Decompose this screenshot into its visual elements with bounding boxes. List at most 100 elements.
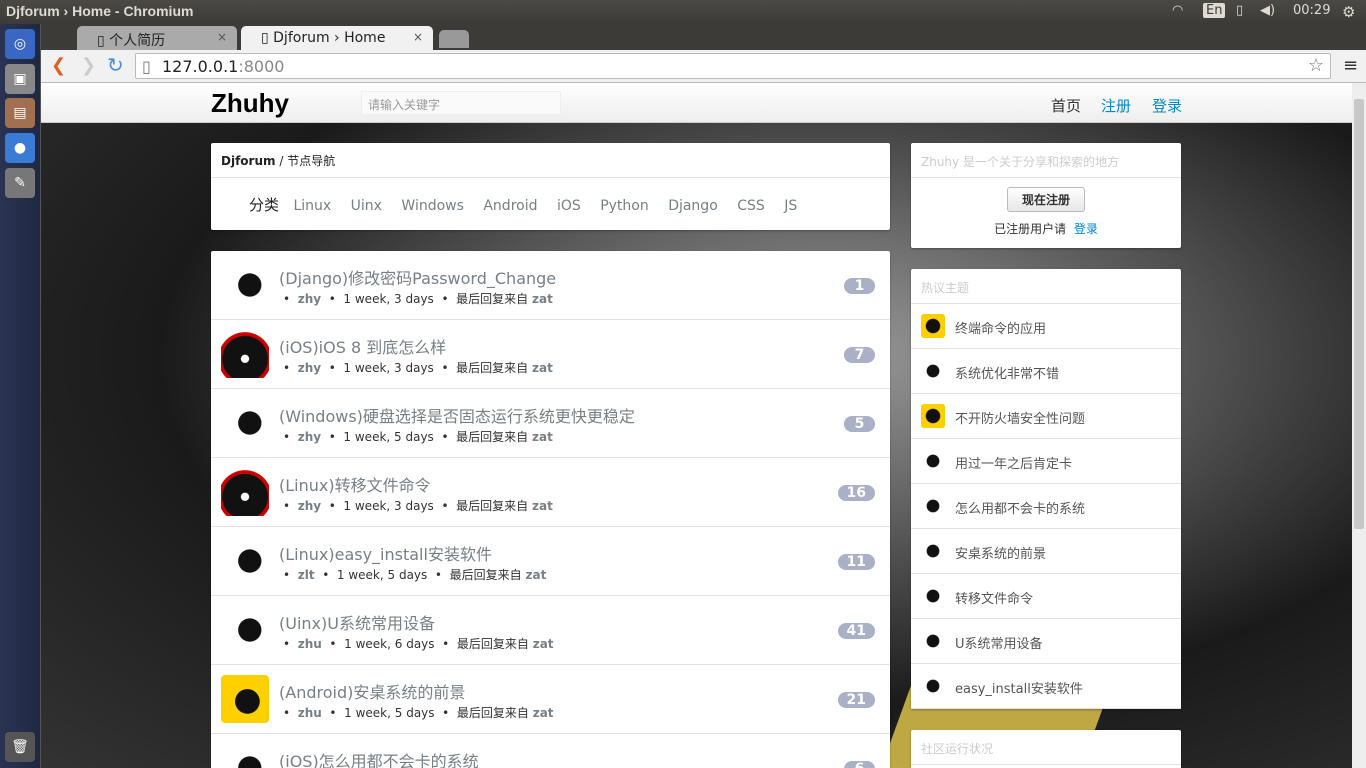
topic-title[interactable]: (Linux)easy_install安装软件 [279,541,492,565]
forward-button[interactable]: ❯ [81,55,96,76]
site-logo[interactable]: Zhuhy [211,88,289,119]
hot-topic-item[interactable]: 转移文件命令 [911,574,1181,619]
topic-row[interactable]: (Uinx)U系统常用设备 • zhu • 1 week, 6 days • 最后… [211,596,890,665]
category-python[interactable]: Python [600,198,649,214]
topic-title[interactable]: (Windows)硬盘选择是否固态运行系统更快更稳定 [279,403,635,427]
wifi-icon[interactable]: ◠ [1172,3,1183,18]
reply-count-badge[interactable]: 41 [837,623,875,639]
hot-topic-title[interactable]: 怎么用都不会卡的系统 [955,498,1085,517]
reply-count-badge[interactable]: 7 [844,347,875,363]
topic-author[interactable]: zhu [298,637,322,651]
topic-author[interactable]: zhy [298,430,321,444]
tab-resume[interactable]: ▯ 个人简历 × [77,26,237,50]
topic-row[interactable]: (Android)安桌系统的前景 • zhu • 1 week, 5 days •… [211,665,890,734]
avatar[interactable] [221,261,269,309]
last-reply-user[interactable]: zat [532,499,553,513]
avatar[interactable] [921,359,945,383]
topic-row[interactable]: (Windows)硬盘选择是否固态运行系统更快更稳定 • zhy • 1 week… [211,389,890,458]
avatar[interactable] [921,629,945,653]
hot-topic-item[interactable]: 怎么用都不会卡的系统 [911,484,1181,529]
login-link[interactable]: 登录 [1074,222,1098,236]
hot-topic-title[interactable]: 系统优化非常不错 [955,363,1059,382]
register-now-button[interactable]: 现在注册 [1006,187,1085,212]
last-reply-user[interactable]: zat [532,292,553,306]
avatar[interactable] [921,539,945,563]
hot-topic-item[interactable]: 终端命令的应用 [911,304,1181,349]
close-tab-icon[interactable]: × [413,30,423,44]
avatar[interactable] [921,584,945,608]
topic-author[interactable]: zlt [298,568,315,582]
last-reply-user[interactable]: zat [533,706,554,720]
category-ios[interactable]: iOS [557,198,581,214]
topic-title[interactable]: (Linux)转移文件命令 [279,472,431,496]
hot-topic-title[interactable]: 安桌系统的前景 [955,543,1046,562]
avatar[interactable] [221,675,269,723]
breadcrumb-root[interactable]: Djforum [221,154,276,168]
terminal-icon[interactable]: ▣ [5,64,35,94]
keyboard-indicator[interactable]: En [1203,3,1226,18]
hot-topic-title[interactable]: 用过一年之后肯定卡 [955,453,1072,472]
avatar[interactable] [221,537,269,585]
category-android[interactable]: Android [483,198,537,214]
hot-topic-item[interactable]: 不开防火墙安全性问题 [911,394,1181,439]
hot-topic-item[interactable]: 安桌系统的前景 [911,529,1181,574]
back-button[interactable]: ❮ [51,55,66,76]
nav-register[interactable]: 注册 [1101,95,1131,116]
files-icon[interactable]: ▤ [5,98,35,128]
text-editor-icon[interactable]: ✎ [5,168,35,198]
last-reply-user[interactable]: zat [532,430,553,444]
reply-count-badge[interactable]: 16 [837,485,875,501]
category-css[interactable]: CSS [737,198,765,214]
topic-author[interactable]: zhu [298,706,322,720]
hot-topic-title[interactable]: U系统常用设备 [955,633,1043,652]
reload-button[interactable]: ↻ [107,53,124,77]
trash-icon[interactable]: 🗑 [5,732,35,762]
topic-author[interactable]: zhy [298,361,321,375]
menu-icon[interactable]: ≡ [1343,55,1358,76]
topic-row[interactable]: (Linux)easy_install安装软件 • zlt • 1 week, 5… [211,527,890,596]
avatar[interactable] [921,314,945,338]
hot-topic-title[interactable]: 终端命令的应用 [955,318,1046,337]
hot-topic-title[interactable]: easy_install安装软件 [955,678,1083,697]
reply-count-badge[interactable]: 11 [837,554,875,570]
category-js[interactable]: JS [784,198,797,214]
avatar[interactable] [221,399,269,447]
nav-home[interactable]: 首页 [1051,95,1081,116]
power-gear-icon[interactable]: ⚙ [1342,3,1355,21]
last-reply-user[interactable]: zat [532,361,553,375]
category-django[interactable]: Django [668,198,718,214]
last-reply-user[interactable]: zat [533,637,554,651]
topic-row[interactable]: (iOS)iOS 8 到底怎么样 • zhy • 1 week, 3 days •… [211,320,890,389]
tab-djforum[interactable]: ▯ Djforum › Home × [241,26,433,50]
avatar[interactable] [921,494,945,518]
topic-title[interactable]: (Django)修改密码Password_Change [279,265,556,289]
topic-author[interactable]: zhy [298,499,321,513]
topic-row[interactable]: (Linux)转移文件命令 • zhy • 1 week, 3 days • 最后… [211,458,890,527]
avatar[interactable] [221,330,269,378]
avatar[interactable] [921,449,945,473]
topic-title[interactable]: (Android)安桌系统的前景 [279,679,465,703]
scrollbar[interactable] [1352,83,1366,768]
reply-count-badge[interactable]: 21 [837,692,875,708]
topic-row[interactable]: (Django)修改密码Password_Change • zhy • 1 wee… [211,251,890,320]
new-tab-button[interactable] [439,30,469,48]
mouse-icon[interactable]: ▯ [1236,3,1243,18]
hot-topic-title[interactable]: 转移文件命令 [955,588,1033,607]
topic-row[interactable]: (iOS)怎么用都不会卡的系统 6 [211,734,890,768]
reply-count-badge[interactable]: 6 [844,761,875,768]
scrollbar-thumb[interactable] [1354,99,1364,529]
reply-count-badge[interactable]: 1 [844,278,875,294]
hot-topic-item[interactable]: 用过一年之后肯定卡 [911,439,1181,484]
clock[interactable]: 00:29 [1293,3,1330,18]
close-tab-icon[interactable]: × [217,30,227,44]
address-bar[interactable]: ▯ 127.0.0.1:8000 ☆ [135,53,1331,79]
topic-title[interactable]: (iOS)iOS 8 到底怎么样 [279,334,446,358]
avatar[interactable] [221,606,269,654]
hot-topic-item[interactable]: easy_install安装软件 [911,664,1181,709]
category-uinx[interactable]: Uinx [351,198,382,214]
topic-title[interactable]: (Uinx)U系统常用设备 [279,610,435,634]
avatar[interactable] [921,674,945,698]
ubuntu-dash-icon[interactable]: ◎ [5,29,35,59]
last-reply-user[interactable]: zat [525,568,546,582]
chromium-icon[interactable]: ● [5,133,35,163]
